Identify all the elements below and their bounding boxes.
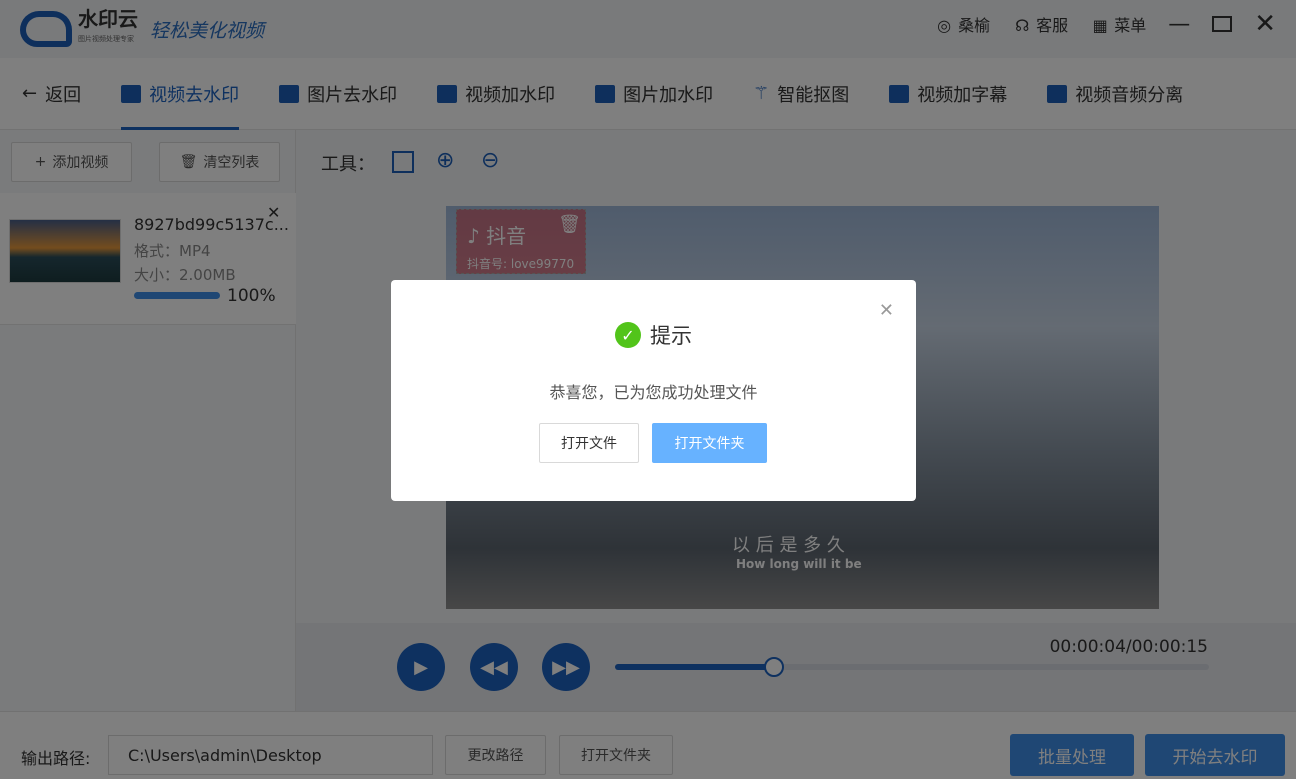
open-folder-button[interactable]: 打开文件夹: [652, 423, 767, 463]
check-circle-icon: ✓: [615, 322, 641, 348]
dialog-message: 恭喜您，已为您成功处理文件: [549, 383, 758, 402]
dialog-close-icon[interactable]: ✕: [879, 300, 894, 321]
success-dialog: ✕ ✓ 提示 恭喜您，已为您成功处理文件 打开文件 打开文件夹: [391, 280, 916, 501]
dialog-title: 提示: [650, 324, 692, 348]
open-file-button[interactable]: 打开文件: [539, 423, 639, 463]
